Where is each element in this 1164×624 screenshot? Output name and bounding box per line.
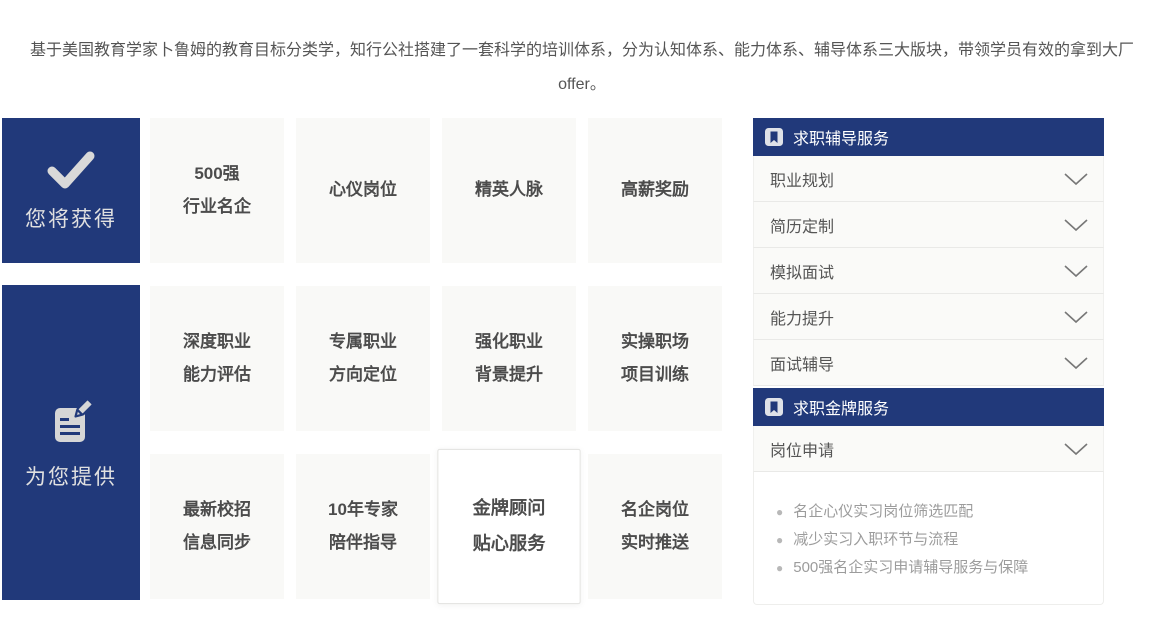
page: 基于美国教育学家卜鲁姆的教育目标分类学，知行公社搭建了一套科学的培训体系，分为认… bbox=[0, 0, 1164, 624]
intro-paragraph: 基于美国教育学家卜鲁姆的教育目标分类学，知行公社搭建了一套科学的培训体系，分为认… bbox=[20, 34, 1144, 101]
card-ability-evaluation[interactable]: 深度职业 能力评估 bbox=[150, 286, 284, 431]
services-panel: 求职辅导服务 职业规划 简历定制 模拟面试 能力提升 bbox=[753, 118, 1104, 605]
card-label-line: 高薪奖励 bbox=[621, 174, 689, 206]
panel-title: 求职金牌服务 bbox=[793, 395, 889, 419]
chevron-down-icon bbox=[1063, 264, 1089, 278]
bullet-dot-icon: ● bbox=[776, 555, 783, 582]
accordion-item-resume-customization[interactable]: 简历定制 bbox=[753, 202, 1104, 248]
chevron-down-icon bbox=[1063, 172, 1089, 186]
card-expert-guidance[interactable]: 10年专家 陪伴指导 bbox=[296, 454, 430, 599]
chevron-down-icon bbox=[1063, 442, 1089, 456]
benefit-header-label: 您将获得 bbox=[25, 203, 117, 233]
card-desired-position[interactable]: 心仪岗位 bbox=[296, 118, 430, 263]
card-500-companies[interactable]: 500强 行业名企 bbox=[150, 118, 284, 263]
card-label-line: 深度职业 bbox=[183, 326, 251, 358]
card-label-line: 精英人脉 bbox=[475, 174, 543, 206]
bullet-item: ● 减少实习入职环节与流程 bbox=[776, 526, 1085, 554]
provide-header-label: 为您提供 bbox=[25, 461, 117, 491]
accordion-item-label: 面试辅导 bbox=[770, 351, 834, 375]
accordion-item-label: 简历定制 bbox=[770, 213, 834, 237]
panel-title: 求职辅导服务 bbox=[793, 125, 889, 149]
card-project-training[interactable]: 实操职场 项目训练 bbox=[588, 286, 722, 431]
card-label-line: 名企岗位 bbox=[621, 494, 689, 526]
card-label-line: 金牌顾问 bbox=[473, 492, 546, 527]
accordion-item-mock-interview[interactable]: 模拟面试 bbox=[753, 248, 1104, 294]
panel-header-coaching: 求职辅导服务 bbox=[753, 118, 1104, 156]
bullet-text: 500强名企实习申请辅导服务与保障 bbox=[793, 554, 1028, 581]
card-label-line: 10年专家 bbox=[328, 494, 398, 526]
card-label-line: 方向定位 bbox=[329, 359, 397, 391]
panel-header-gold-service: 求职金牌服务 bbox=[753, 388, 1104, 426]
card-high-salary[interactable]: 高薪奖励 bbox=[588, 118, 722, 263]
card-label-line: 实时推送 bbox=[621, 527, 689, 559]
card-label-line: 陪伴指导 bbox=[329, 527, 397, 559]
accordion-item-job-application[interactable]: 岗位申请 bbox=[753, 426, 1104, 472]
cards-grid: 500强 行业名企 心仪岗位 精英人脉 高薪奖励 深度职业 能力评估 专属职业 … bbox=[150, 118, 722, 599]
accordion-item-label: 模拟面试 bbox=[770, 259, 834, 283]
card-label-line: 500强 bbox=[194, 158, 239, 190]
card-background-boost[interactable]: 强化职业 背景提升 bbox=[442, 286, 576, 431]
accordion-item-interview-coaching[interactable]: 面试辅导 bbox=[753, 340, 1104, 386]
accordion-item-ability-improvement[interactable]: 能力提升 bbox=[753, 294, 1104, 340]
card-elite-network[interactable]: 精英人脉 bbox=[442, 118, 576, 263]
provide-header-box: 为您提供 bbox=[2, 285, 140, 600]
book-bookmark-icon bbox=[765, 398, 783, 416]
accordion-item-career-planning[interactable]: 职业规划 bbox=[753, 156, 1104, 202]
card-label-line: 背景提升 bbox=[475, 359, 543, 391]
accordion-item-label: 职业规划 bbox=[770, 167, 834, 191]
card-label-line: 专属职业 bbox=[329, 326, 397, 358]
bullet-list: ● 名企心仪实习岗位筛选匹配 ● 减少实习入职环节与流程 ● 500强名企实习申… bbox=[753, 472, 1104, 605]
bullet-item: ● 名企心仪实习岗位筛选匹配 bbox=[776, 498, 1085, 526]
card-label-line: 项目训练 bbox=[621, 359, 689, 391]
card-label-line: 实操职场 bbox=[621, 326, 689, 358]
bullet-text: 名企心仪实习岗位筛选匹配 bbox=[793, 498, 973, 525]
chevron-down-icon bbox=[1063, 356, 1089, 370]
bullet-item: ● 500强名企实习申请辅导服务与保障 bbox=[776, 554, 1085, 582]
bullet-dot-icon: ● bbox=[776, 527, 783, 554]
card-label-line: 强化职业 bbox=[475, 326, 543, 358]
card-label-line: 信息同步 bbox=[183, 527, 251, 559]
bullet-dot-icon: ● bbox=[776, 499, 783, 526]
checkmark-icon bbox=[43, 149, 99, 191]
card-career-direction[interactable]: 专属职业 方向定位 bbox=[296, 286, 430, 431]
chevron-down-icon bbox=[1063, 218, 1089, 232]
document-edit-icon bbox=[44, 395, 98, 449]
card-label-line: 贴心服务 bbox=[473, 527, 546, 562]
card-label-line: 最新校招 bbox=[183, 494, 251, 526]
accordion-item-label: 岗位申请 bbox=[770, 437, 834, 461]
chevron-down-icon bbox=[1063, 310, 1089, 324]
book-bookmark-icon bbox=[765, 128, 783, 146]
benefit-header-box: 您将获得 bbox=[2, 118, 140, 263]
card-job-push[interactable]: 名企岗位 实时推送 bbox=[588, 454, 722, 599]
accordion-item-label: 能力提升 bbox=[770, 305, 834, 329]
card-campus-recruiting-info[interactable]: 最新校招 信息同步 bbox=[150, 454, 284, 599]
bullet-text: 减少实习入职环节与流程 bbox=[793, 526, 958, 553]
card-label-line: 心仪岗位 bbox=[329, 174, 397, 206]
card-label-line: 能力评估 bbox=[183, 359, 251, 391]
card-label-line: 行业名企 bbox=[183, 191, 251, 223]
card-gold-consultant[interactable]: 金牌顾问 贴心服务 bbox=[437, 449, 580, 604]
